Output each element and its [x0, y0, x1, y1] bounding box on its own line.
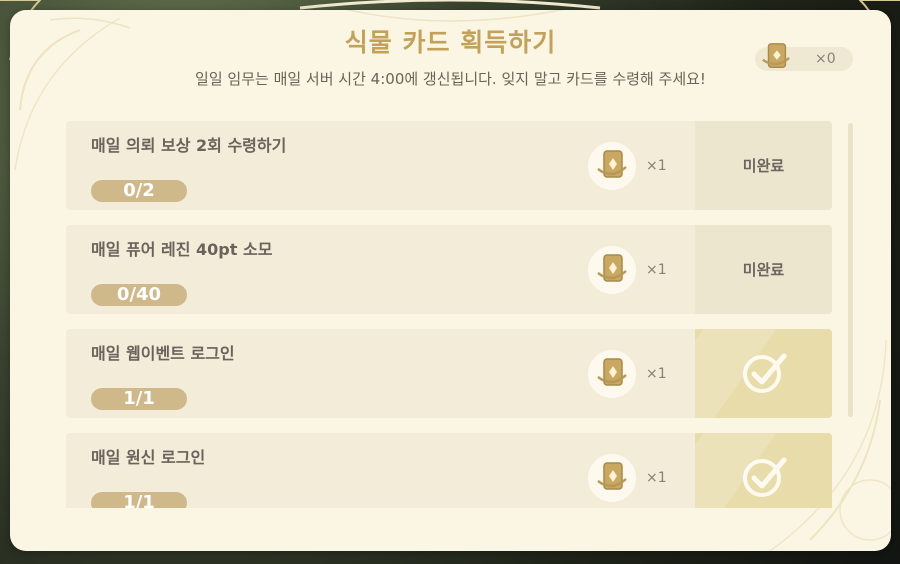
task-label: 매일 의뢰 보상 2회 수령하기: [91, 136, 287, 155]
plant-card-icon: [588, 350, 636, 398]
task-status: 미완료: [695, 225, 832, 314]
reward-count: ×1: [646, 158, 667, 174]
task-status: 미완료: [695, 121, 832, 210]
task-label: 매일 원신 로그인: [91, 448, 206, 467]
dialog-subtitle: 일일 임무는 매일 서버 시간 4:00에 갱신됩니다. 잊지 말고 카드를 수…: [195, 70, 706, 88]
task-progress: 0/40: [91, 284, 187, 306]
task-list[interactable]: 매일 의뢰 보상 2회 수령하기 0/2 ×1 미완료 매일 퓨어 레진 40pt 소모…: [66, 121, 832, 508]
plant-card-icon: [588, 246, 636, 294]
reward-count: ×1: [646, 262, 667, 278]
task-label: 매일 웹이벤트 로그인: [91, 344, 235, 363]
plant-card-dialog: 식물 카드 획득하기 ×0 일일 임무는 매일 서버 시간 4:00에 갱신됩니…: [10, 10, 891, 551]
plant-card-icon: [588, 142, 636, 190]
plant-card-icon: [588, 454, 636, 502]
reward-count: ×1: [646, 366, 667, 382]
task-row: 매일 퓨어 레진 40pt 소모 0/40 ×1 미완료: [66, 225, 832, 314]
claim-button[interactable]: [695, 433, 832, 508]
scrollbar[interactable]: [848, 123, 853, 417]
task-label: 매일 퓨어 레진 40pt 소모: [91, 240, 273, 259]
task-row: 매일 원신 로그인 1/1 ×1: [66, 433, 832, 508]
task-progress: 1/1: [91, 388, 187, 410]
reward-count: ×1: [646, 470, 667, 486]
card-count: ×0: [815, 51, 836, 67]
task-row: 매일 의뢰 보상 2회 수령하기 0/2 ×1 미완료: [66, 121, 832, 210]
task-progress: 0/2: [91, 180, 187, 202]
claim-button[interactable]: [695, 329, 832, 418]
task-row: 매일 웹이벤트 로그인 1/1 ×1: [66, 329, 832, 418]
task-progress: 1/1: [91, 492, 187, 508]
